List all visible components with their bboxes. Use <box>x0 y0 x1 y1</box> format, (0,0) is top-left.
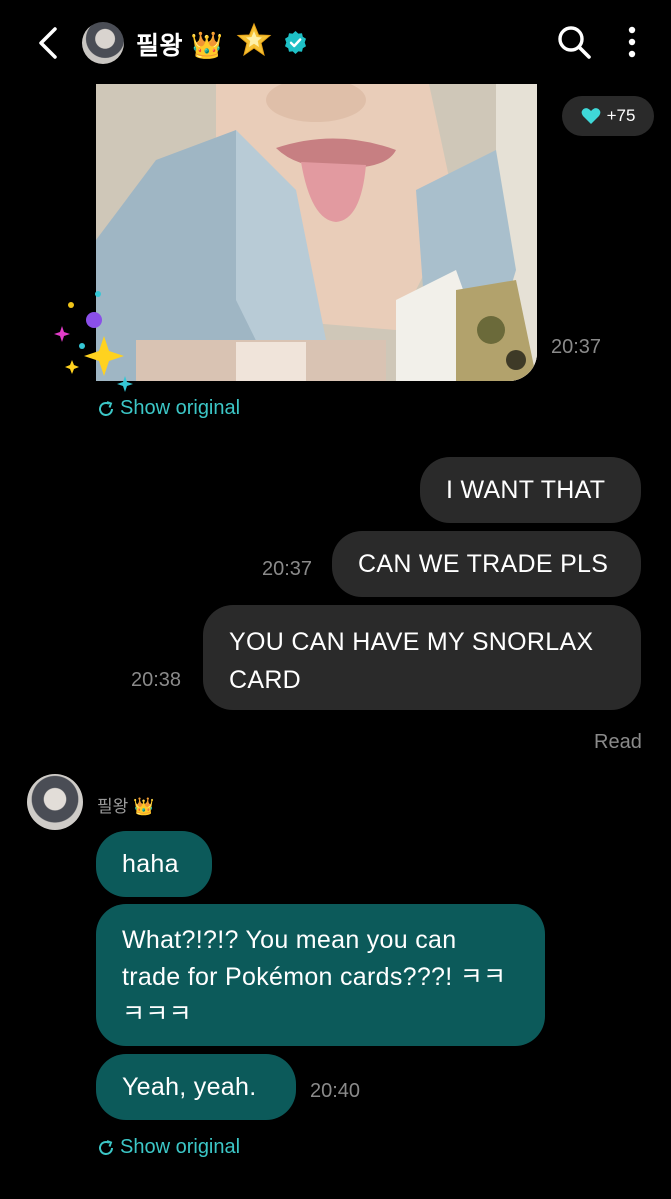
show-original-link[interactable]: Show original <box>96 397 240 420</box>
incoming-message[interactable]: Yeah, yeah. <box>96 1054 296 1120</box>
sender-crown-emoji: 👑 <box>133 797 155 816</box>
heart-icon <box>581 108 600 124</box>
sparkle-decoration-icon <box>54 291 133 392</box>
message-text: I WANT THAT <box>446 475 606 504</box>
translate-refresh-icon <box>99 1139 113 1155</box>
message-timestamp: 20:37 <box>262 558 313 580</box>
photocard-image <box>96 70 537 381</box>
contact-avatar[interactable] <box>82 22 124 64</box>
outgoing-message[interactable]: CAN WE TRADE PLS <box>332 531 641 597</box>
reaction-badge[interactable]: +75 <box>562 96 654 136</box>
incoming-message[interactable]: haha <box>96 831 212 897</box>
contact-name-text: 필왕 <box>136 32 184 60</box>
sender-name-text: 필왕 <box>97 797 129 816</box>
show-original-link[interactable]: Show original <box>96 1136 240 1159</box>
reaction-count: +75 <box>606 106 636 125</box>
outgoing-message[interactable]: I WANT THAT <box>420 457 641 523</box>
message-timestamp: 20:38 <box>131 669 182 691</box>
translate-refresh-icon <box>99 400 113 416</box>
message-text: What?!?!? You mean you can trade for Pok… <box>122 926 507 1028</box>
star-emoji-icon <box>236 22 272 57</box>
sender-name: 필왕 👑 <box>97 792 154 817</box>
outgoing-message[interactable]: YOU CAN HAVE MY SNORLAX CARD <box>203 605 641 710</box>
crown-emoji: 👑 <box>190 30 224 60</box>
more-vertical-icon[interactable] <box>622 25 642 61</box>
search-icon[interactable] <box>556 24 592 60</box>
contact-name[interactable]: 필왕 👑 <box>136 26 223 62</box>
message-text: haha <box>122 849 179 878</box>
show-original-label: Show original <box>120 1136 241 1158</box>
show-original-label: Show original <box>120 397 241 419</box>
chat-header: 필왕 👑 <box>0 0 671 84</box>
message-timestamp: 20:40 <box>310 1080 361 1102</box>
verified-badge-icon <box>285 31 306 54</box>
incoming-message[interactable]: What?!?!? You mean you can trade for Pok… <box>96 904 545 1046</box>
back-chevron-icon[interactable] <box>34 26 64 60</box>
sender-avatar[interactable] <box>27 774 83 830</box>
photo-message[interactable] <box>96 70 537 381</box>
read-receipt: Read <box>594 731 642 753</box>
message-text: CAN WE TRADE PLS <box>358 549 609 578</box>
message-text: YOU CAN HAVE MY SNORLAX CARD <box>229 628 594 694</box>
photo-timestamp: 20:37 <box>551 336 602 358</box>
message-text: Yeah, yeah. <box>122 1072 257 1101</box>
